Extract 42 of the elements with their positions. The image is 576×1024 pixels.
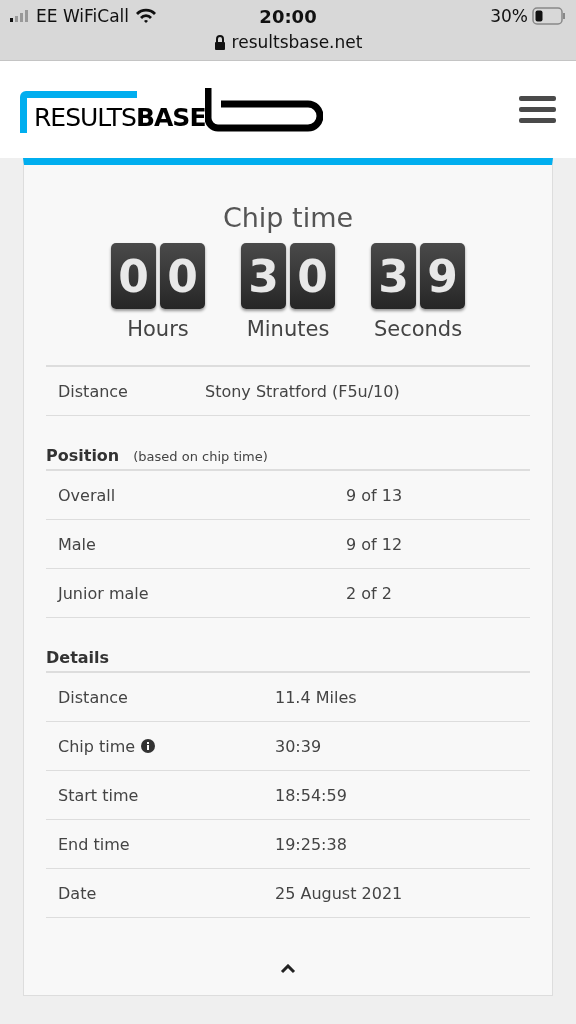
- row-label: Start time: [58, 785, 140, 805]
- flip-digit: 3: [371, 243, 416, 309]
- row-value: 18:54:59: [275, 785, 348, 805]
- caret-icon: [280, 964, 296, 974]
- row-value: 19:25:38: [275, 834, 348, 854]
- section-title: Position: [46, 446, 120, 465]
- unit-label: Minutes: [246, 317, 330, 341]
- row-label: Date: [58, 883, 98, 903]
- flip-digit: 0: [290, 243, 335, 309]
- section-note: (based on chip time): [133, 449, 268, 464]
- page-url[interactable]: resultsbase.net: [231, 32, 363, 52]
- section-title: Details: [46, 648, 110, 667]
- row-label: Junior male: [58, 583, 150, 603]
- flip-digit: 0: [111, 243, 156, 309]
- row-value: 30:39: [275, 736, 323, 756]
- flip-digit: 0: [160, 243, 205, 309]
- clock: 20:00: [259, 5, 317, 27]
- chip-time-title: Chip time: [221, 202, 355, 233]
- row-value: 9 of 13: [346, 485, 404, 505]
- row-value: Stony Stratford (F5u/10): [205, 381, 401, 401]
- row-label: Chip time: [58, 736, 275, 756]
- flip-digit: 9: [420, 243, 465, 309]
- battery-icon: [532, 7, 566, 25]
- signal-icon: [10, 10, 30, 22]
- row-label: Overall: [58, 485, 117, 505]
- battery-percent: 30%: [490, 6, 528, 26]
- row-label: End time: [58, 834, 131, 854]
- menu-button[interactable]: [519, 96, 556, 123]
- row-value: 9 of 12: [346, 534, 404, 554]
- flip-digit: 3: [241, 243, 286, 309]
- wifi-icon: [135, 8, 158, 24]
- row-value: 11.4 Miles: [275, 687, 358, 707]
- row-label: Distance: [58, 381, 129, 401]
- unit-label: Hours: [127, 317, 189, 341]
- info-icon[interactable]: [141, 739, 156, 753]
- lock-icon: [213, 34, 226, 50]
- carrier-name: EE WiFiCall: [36, 6, 130, 26]
- row-value: 2 of 2: [346, 583, 393, 603]
- row-value: 25 August 2021: [275, 883, 404, 903]
- row-label: Male: [58, 534, 97, 554]
- unit-label: Seconds: [373, 317, 463, 341]
- row-label: Distance: [58, 687, 129, 707]
